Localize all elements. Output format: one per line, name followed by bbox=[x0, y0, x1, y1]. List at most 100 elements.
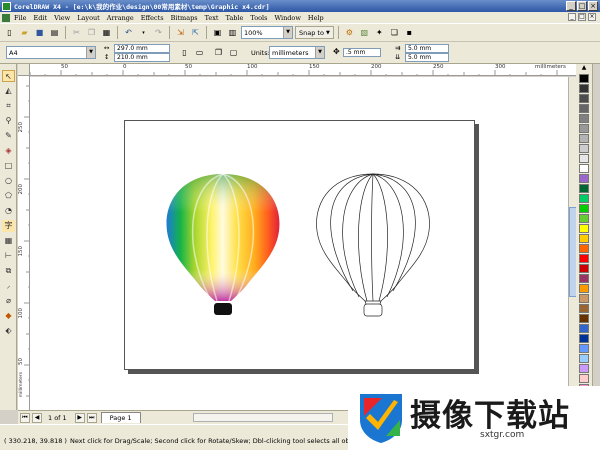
crop-tool-icon[interactable]: ⌗ bbox=[2, 100, 15, 112]
palette-color-swatch[interactable] bbox=[579, 184, 589, 193]
palette-color-swatch[interactable] bbox=[579, 224, 589, 233]
palette-color-swatch[interactable] bbox=[579, 304, 589, 313]
palette-color-swatch[interactable] bbox=[579, 144, 589, 153]
palette-color-swatch[interactable] bbox=[579, 194, 589, 203]
palette-color-swatch[interactable] bbox=[579, 244, 589, 253]
basic-shapes-tool-icon[interactable]: ◔ bbox=[2, 205, 15, 217]
welcome-screen-icon[interactable]: ▥ bbox=[226, 26, 239, 39]
dimension-tool-icon[interactable]: ⊢ bbox=[2, 250, 15, 262]
options-icon[interactable]: ⚙ bbox=[343, 26, 356, 39]
chevron-down-icon[interactable]: ▼ bbox=[315, 47, 324, 58]
palette-color-swatch[interactable] bbox=[579, 294, 589, 303]
doc-close-button[interactable]: × bbox=[588, 13, 596, 21]
palette-color-swatch[interactable] bbox=[579, 114, 589, 123]
cut-icon[interactable]: ✂ bbox=[70, 26, 83, 39]
interactive-blend-tool-icon[interactable]: ⧉ bbox=[2, 265, 15, 277]
doc-restore-button[interactable]: □ bbox=[578, 13, 586, 21]
application-launcher-icon[interactable]: ▣ bbox=[211, 26, 224, 39]
palette-color-swatch[interactable] bbox=[579, 344, 589, 353]
next-page-icon[interactable]: ▶ bbox=[74, 412, 85, 423]
interactive-fill-tool-icon[interactable]: ⬖ bbox=[2, 325, 15, 337]
paper-width-field[interactable]: 297.0 mm bbox=[114, 44, 170, 53]
undo-dropdown-icon[interactable]: ▾ bbox=[137, 26, 150, 39]
save-icon[interactable]: ■ bbox=[33, 26, 46, 39]
menu-window[interactable]: Window bbox=[274, 14, 300, 22]
copy-icon[interactable]: ❐ bbox=[85, 26, 98, 39]
undo-icon[interactable]: ↶ bbox=[122, 26, 135, 39]
rectangle-tool-icon[interactable]: □ bbox=[2, 160, 15, 172]
eyedropper-tool-icon[interactable]: ⸝ bbox=[2, 280, 15, 292]
duplicate-x-field[interactable]: 5.0 mm bbox=[405, 44, 449, 53]
smart-fill-tool-icon[interactable]: ◈ bbox=[2, 145, 15, 157]
palette-color-swatch[interactable] bbox=[579, 334, 589, 343]
palette-color-swatch[interactable] bbox=[579, 254, 589, 263]
portrait-icon[interactable]: ▯ bbox=[178, 46, 191, 59]
menu-tools[interactable]: Tools bbox=[250, 14, 267, 22]
polygon-tool-icon[interactable]: ⬠ bbox=[2, 190, 15, 202]
menu-text[interactable]: Text bbox=[205, 14, 219, 22]
paper-height-field[interactable]: 210.0 mm bbox=[114, 53, 170, 62]
pick-tool-icon[interactable]: ↖ bbox=[2, 70, 15, 82]
maximize-button[interactable]: □ bbox=[577, 1, 587, 11]
import-icon[interactable]: ⇲ bbox=[174, 26, 187, 39]
redo-icon[interactable]: ↷ bbox=[152, 26, 165, 39]
table-tool-icon[interactable]: ▦ bbox=[2, 235, 15, 247]
duplicate-y-field[interactable]: 5.0 mm bbox=[405, 53, 449, 62]
horizontal-ruler[interactable]: 50 0 50 100 150 200 250 300 millimeters bbox=[30, 64, 576, 76]
menu-bitmaps[interactable]: Bitmaps bbox=[171, 14, 198, 22]
palette-color-swatch[interactable] bbox=[579, 274, 589, 283]
menu-table[interactable]: Table bbox=[226, 14, 244, 22]
palette-color-swatch[interactable] bbox=[579, 104, 589, 113]
menu-view[interactable]: View bbox=[54, 14, 70, 22]
palette-color-swatch[interactable] bbox=[579, 234, 589, 243]
palette-color-swatch[interactable] bbox=[579, 264, 589, 273]
snap-to-button[interactable]: Snap to ▼ bbox=[295, 26, 334, 39]
vertical-scrollbar[interactable] bbox=[568, 77, 577, 410]
menu-file[interactable]: File bbox=[14, 14, 27, 22]
drawing-canvas[interactable] bbox=[30, 77, 568, 410]
menu-layout[interactable]: Layout bbox=[77, 14, 100, 22]
previous-page-icon[interactable]: ◀ bbox=[32, 412, 42, 423]
palette-color-swatch[interactable] bbox=[579, 154, 589, 163]
palette-color-swatch[interactable] bbox=[579, 84, 589, 93]
palette-color-swatch[interactable] bbox=[579, 164, 589, 173]
palette-color-swatch[interactable] bbox=[579, 374, 589, 383]
palette-color-swatch[interactable] bbox=[579, 364, 589, 373]
ruler-origin[interactable] bbox=[18, 64, 30, 76]
vertical-ruler[interactable]: 250 200 150 100 50 millimeters bbox=[18, 76, 30, 410]
zoom-tool-icon[interactable]: ⚲ bbox=[2, 115, 15, 127]
palette-color-swatch[interactable] bbox=[579, 214, 589, 223]
fill-tool-icon[interactable]: ◆ bbox=[2, 310, 15, 322]
palette-color-swatch[interactable] bbox=[579, 174, 589, 183]
palette-color-swatch[interactable] bbox=[579, 324, 589, 333]
palette-color-swatch[interactable] bbox=[579, 134, 589, 143]
print-icon[interactable]: ▤ bbox=[48, 26, 61, 39]
units-combo[interactable]: millimeters ▼ bbox=[269, 46, 325, 59]
document-page[interactable] bbox=[124, 120, 475, 370]
chevron-down-icon[interactable]: ▼ bbox=[86, 47, 95, 58]
layers-icon[interactable]: ❏ bbox=[388, 26, 401, 39]
chevron-down-icon[interactable]: ▼ bbox=[283, 27, 292, 38]
palette-color-swatch[interactable] bbox=[579, 284, 589, 293]
current-page-icon[interactable]: ▢ bbox=[227, 46, 240, 59]
palette-color-swatch[interactable] bbox=[579, 204, 589, 213]
document-menu-icon[interactable] bbox=[2, 13, 10, 22]
menu-edit[interactable]: Edit bbox=[34, 14, 48, 22]
minimize-button[interactable]: _ bbox=[566, 1, 576, 11]
menu-effects[interactable]: Effects bbox=[141, 14, 164, 22]
outline-balloon[interactable] bbox=[316, 173, 430, 317]
freehand-tool-icon[interactable]: ✎ bbox=[2, 130, 15, 142]
color-balloon[interactable] bbox=[166, 173, 280, 315]
palette-scroll-up-icon[interactable]: ▲ bbox=[576, 64, 592, 74]
ellipse-tool-icon[interactable]: ○ bbox=[2, 175, 15, 187]
page-tab[interactable]: Page 1 bbox=[100, 412, 141, 423]
shape-tool-icon[interactable]: ◭ bbox=[2, 85, 15, 97]
palette-color-swatch[interactable] bbox=[579, 124, 589, 133]
menu-help[interactable]: Help bbox=[308, 14, 324, 22]
menu-arrange[interactable]: Arrange bbox=[107, 14, 134, 22]
palette-color-swatch[interactable] bbox=[579, 94, 589, 103]
close-button[interactable]: × bbox=[588, 1, 598, 11]
palette-color-swatch[interactable] bbox=[579, 74, 589, 83]
palette-color-swatch[interactable] bbox=[579, 354, 589, 363]
landscape-icon[interactable]: ▭ bbox=[193, 46, 206, 59]
